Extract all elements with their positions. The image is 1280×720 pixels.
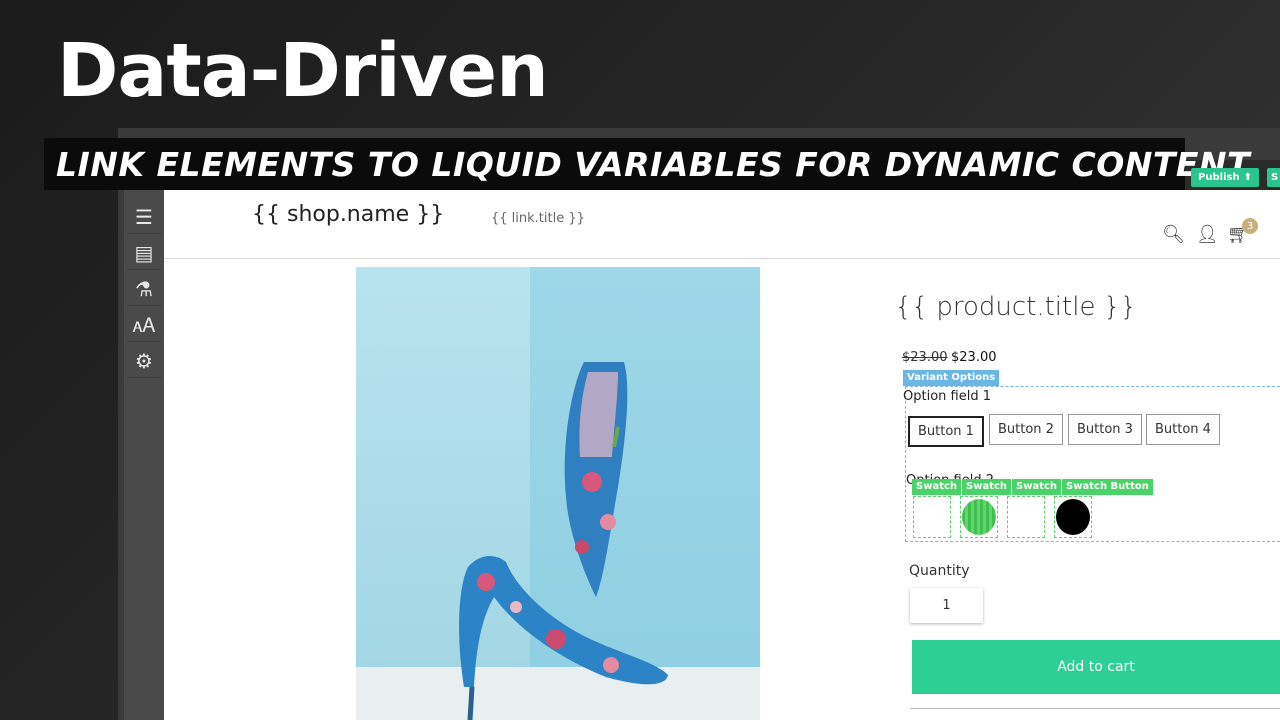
swatch-black[interactable] xyxy=(1054,496,1092,538)
header-divider xyxy=(164,258,1280,259)
page-icon[interactable]: ▤ xyxy=(127,236,161,270)
option-button-3[interactable]: Button 3 xyxy=(1068,414,1142,445)
divider xyxy=(910,708,1280,709)
variant-options-tag[interactable]: Variant Options xyxy=(903,370,1000,386)
menu-icon[interactable]: ☰ xyxy=(127,200,161,234)
option-field-1-label: Option field 1 xyxy=(903,389,991,404)
quantity-label: Quantity xyxy=(909,563,970,579)
cart-count-badge: 3 xyxy=(1242,218,1258,234)
add-to-cart-button[interactable]: Add to cart xyxy=(912,640,1280,694)
swatch-empty-2[interactable] xyxy=(1007,496,1045,538)
shop-name[interactable]: {{ shop.name }} xyxy=(252,202,444,227)
publish-button[interactable]: Publish ⬆ xyxy=(1191,168,1259,187)
product-image xyxy=(356,267,760,720)
search-icon[interactable]: 🔍︎ xyxy=(1162,224,1185,245)
shoe-illustration xyxy=(459,362,668,720)
compare-price: $23.00 xyxy=(902,350,948,365)
swatch-tags[interactable]: Swatch Swatch Swatch Swatch Button xyxy=(912,479,1154,495)
swatch-green[interactable] xyxy=(960,496,998,538)
save-button[interactable]: S xyxy=(1267,168,1280,187)
subheadline: LINK ELEMENTS TO LIQUID VARIABLES FOR DY… xyxy=(56,144,1251,184)
swatch-empty-1[interactable] xyxy=(913,496,951,538)
swatch-tag[interactable]: Swatch xyxy=(1012,479,1063,495)
option-button-4[interactable]: Button 4 xyxy=(1146,414,1220,445)
translate-icon[interactable]: 🗚 xyxy=(127,308,161,342)
headline: Data-Driven xyxy=(57,28,549,114)
product-title: {{ product.title }} xyxy=(895,292,1137,322)
price: $23.00 xyxy=(951,350,997,365)
quantity-input[interactable]: 1 xyxy=(910,588,983,623)
publish-label: Publish xyxy=(1198,172,1240,183)
account-icon[interactable]: 👤︎ xyxy=(1196,224,1219,245)
swatch-tag[interactable]: Swatch xyxy=(962,479,1013,495)
nav-link[interactable]: {{ link.title }} xyxy=(491,211,585,226)
option-button-2[interactable]: Button 2 xyxy=(989,414,1063,445)
subheadline-banner: LINK ELEMENTS TO LIQUID VARIABLES FOR DY… xyxy=(44,138,1250,190)
swatch-tag[interactable]: Swatch xyxy=(912,479,963,495)
settings-icon[interactable]: ⚙ xyxy=(127,344,161,378)
option-button-1[interactable]: Button 1 xyxy=(908,416,984,447)
upload-icon: ⬆ xyxy=(1243,172,1252,183)
swatch-tag[interactable]: Swatch Button xyxy=(1062,479,1154,495)
flask-icon[interactable]: ⚗ xyxy=(127,272,161,306)
